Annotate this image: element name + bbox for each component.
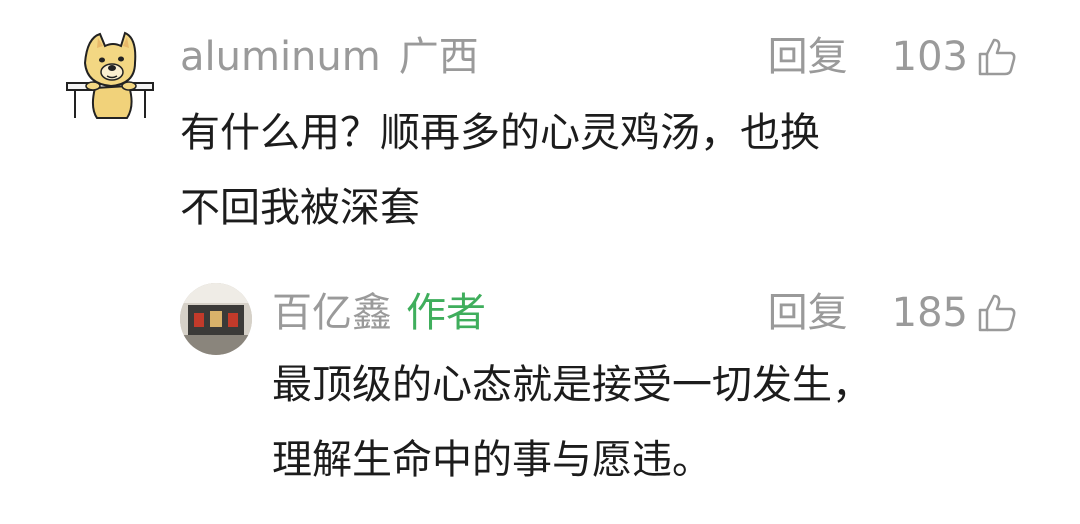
avatar[interactable] xyxy=(180,283,252,355)
comment-actions: 回复 103 xyxy=(768,33,1018,81)
comment-header: aluminum 广西 xyxy=(180,33,479,81)
comment-item: aluminum 广西 回复 103 有什么用？顺再多的心灵鸡汤，也换 不回我被深… xyxy=(0,0,1080,260)
reply-text: 最顶级的心态就是接受一切发生， 理解生命中的事与愿违。 xyxy=(272,362,872,483)
like-count: 185 xyxy=(891,290,968,336)
author-avatar-icon xyxy=(180,283,252,355)
like-count: 103 xyxy=(891,34,968,80)
reply-actions: 回复 185 xyxy=(768,289,1018,337)
username[interactable]: aluminum xyxy=(180,34,381,80)
reply-header: 百亿鑫 作者 xyxy=(272,289,486,337)
reply-button[interactable]: 回复 xyxy=(768,33,848,81)
username[interactable]: 百亿鑫 xyxy=(272,290,392,336)
thumbs-up-icon[interactable] xyxy=(976,36,1018,78)
location-label: 广西 xyxy=(398,34,479,80)
author-badge: 作者 xyxy=(406,290,486,336)
reply-button[interactable]: 回复 xyxy=(768,289,848,337)
avatar[interactable] xyxy=(65,28,157,120)
comment-text: 有什么用？顺再多的心灵鸡汤，也换 不回我被深套 xyxy=(180,110,820,231)
doge-avatar-icon xyxy=(66,31,154,119)
reply-item: 百亿鑫 作者 回复 185 最顶级的心态就是接受一切发生， 理解生命中的事与愿违。 xyxy=(0,260,1080,524)
thumbs-up-icon[interactable] xyxy=(976,292,1018,334)
